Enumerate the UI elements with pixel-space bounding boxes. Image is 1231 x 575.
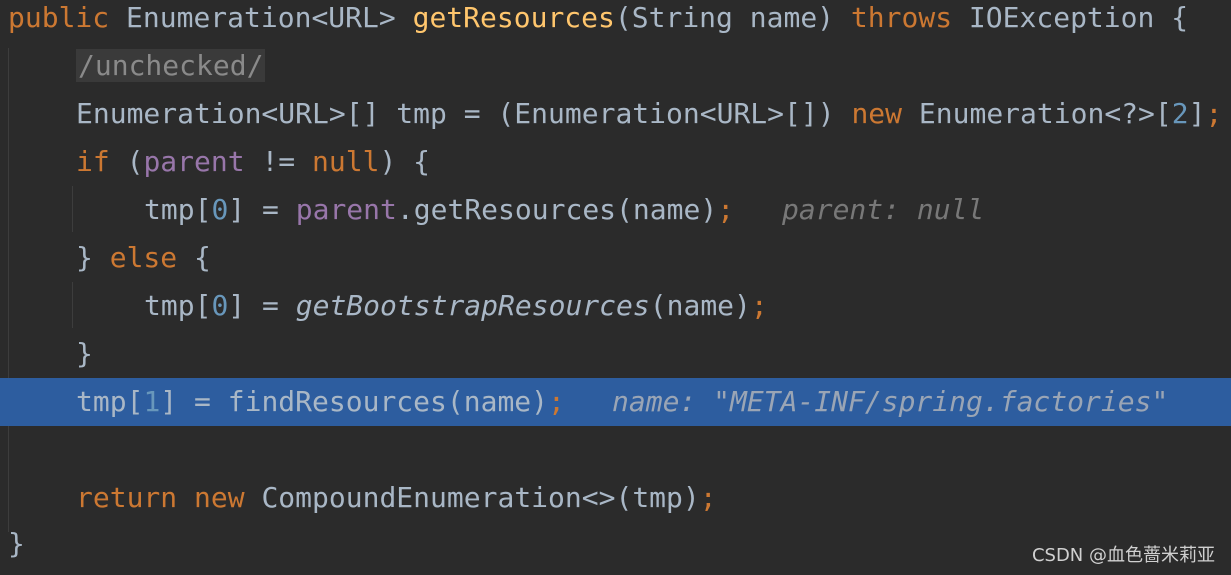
code-text: .getResources(name) — [396, 193, 718, 226]
code-text: ) { — [379, 145, 431, 178]
static-method-call: getBootstrapResources — [295, 289, 650, 322]
number-literal: 0 — [211, 289, 229, 322]
code-text: tmp[ — [144, 289, 212, 322]
code-line[interactable]: /unchecked/ — [0, 42, 1231, 90]
code-line[interactable]: tmp[0] = parent.getResources(name); pare… — [0, 186, 1231, 234]
code-text: } — [76, 241, 110, 274]
watermark: CSDN @血色蔷米莉亚 — [1031, 545, 1215, 566]
current-execution-line[interactable]: tmp[1] = findResources(name); name: "MET… — [0, 378, 1231, 426]
code-text: tmp[ — [144, 193, 212, 226]
semicolon: ; — [699, 481, 717, 514]
method-name: getResources — [412, 1, 615, 34]
code-text: tmp[ — [76, 385, 144, 418]
keyword-throws: throws — [850, 1, 953, 34]
code-editor[interactable]: public Enumeration<URL> getResources(Str… — [0, 0, 1231, 575]
code-line[interactable]: } else { — [0, 234, 1231, 282]
code-line[interactable]: Enumeration<URL>[] tmp = (Enumeration<UR… — [0, 90, 1231, 138]
number-literal: 1 — [143, 385, 161, 418]
semicolon: ; — [717, 193, 735, 226]
code-text: Enumeration<URL>[] tmp = (Enumeration<UR… — [76, 97, 852, 130]
inline-debug-hint: parent: null — [782, 193, 985, 226]
code-line[interactable]: public Enumeration<URL> getResources(Str… — [0, 0, 1231, 42]
keyword-new: new — [851, 97, 903, 130]
code-text: IOException { — [952, 1, 1189, 34]
code-line[interactable] — [0, 426, 1231, 474]
keyword-if: if — [76, 145, 110, 178]
comment: /unchecked/ — [76, 49, 266, 82]
keyword-else: else — [109, 241, 178, 274]
number-literal: 0 — [211, 193, 229, 226]
code-text: (name) — [649, 289, 751, 322]
semicolon: ; — [750, 289, 768, 322]
code-text: CompoundEnumeration<>(tmp) — [244, 481, 700, 514]
code-line[interactable]: if (parent != null) { — [0, 138, 1231, 186]
code-text: ] — [1188, 97, 1206, 130]
number-literal: 2 — [1171, 97, 1189, 130]
code-line[interactable]: tmp[0] = getBootstrapResources(name); — [0, 282, 1231, 330]
keyword-new: new — [194, 481, 245, 514]
code-text: (String name) — [614, 1, 851, 34]
code-line[interactable]: return new CompoundEnumeration<>(tmp); — [0, 474, 1231, 522]
code-line[interactable]: } — [0, 330, 1231, 378]
semicolon: ; — [548, 385, 565, 418]
code-text: Enumeration<?>[ — [902, 97, 1172, 130]
inline-debug-hint: name: "META-INF/spring.factories" — [612, 385, 1169, 418]
field-parent: parent — [143, 145, 245, 178]
code-text: Enumeration<URL> — [109, 1, 413, 34]
keyword-return: return — [76, 481, 178, 514]
code-text: { — [177, 241, 211, 274]
semicolon: ; — [1205, 97, 1223, 130]
code-text: } — [8, 527, 25, 560]
code-text: ( — [109, 145, 144, 178]
field-parent: parent — [295, 193, 397, 226]
code-text: } — [76, 337, 93, 370]
code-text: != — [244, 145, 313, 178]
code-text: ] = findResources(name) — [160, 385, 549, 418]
keyword-public: public — [8, 1, 110, 34]
code-text: ] = — [228, 289, 296, 322]
code-text: ] = — [228, 193, 296, 226]
keyword-null: null — [312, 145, 380, 178]
